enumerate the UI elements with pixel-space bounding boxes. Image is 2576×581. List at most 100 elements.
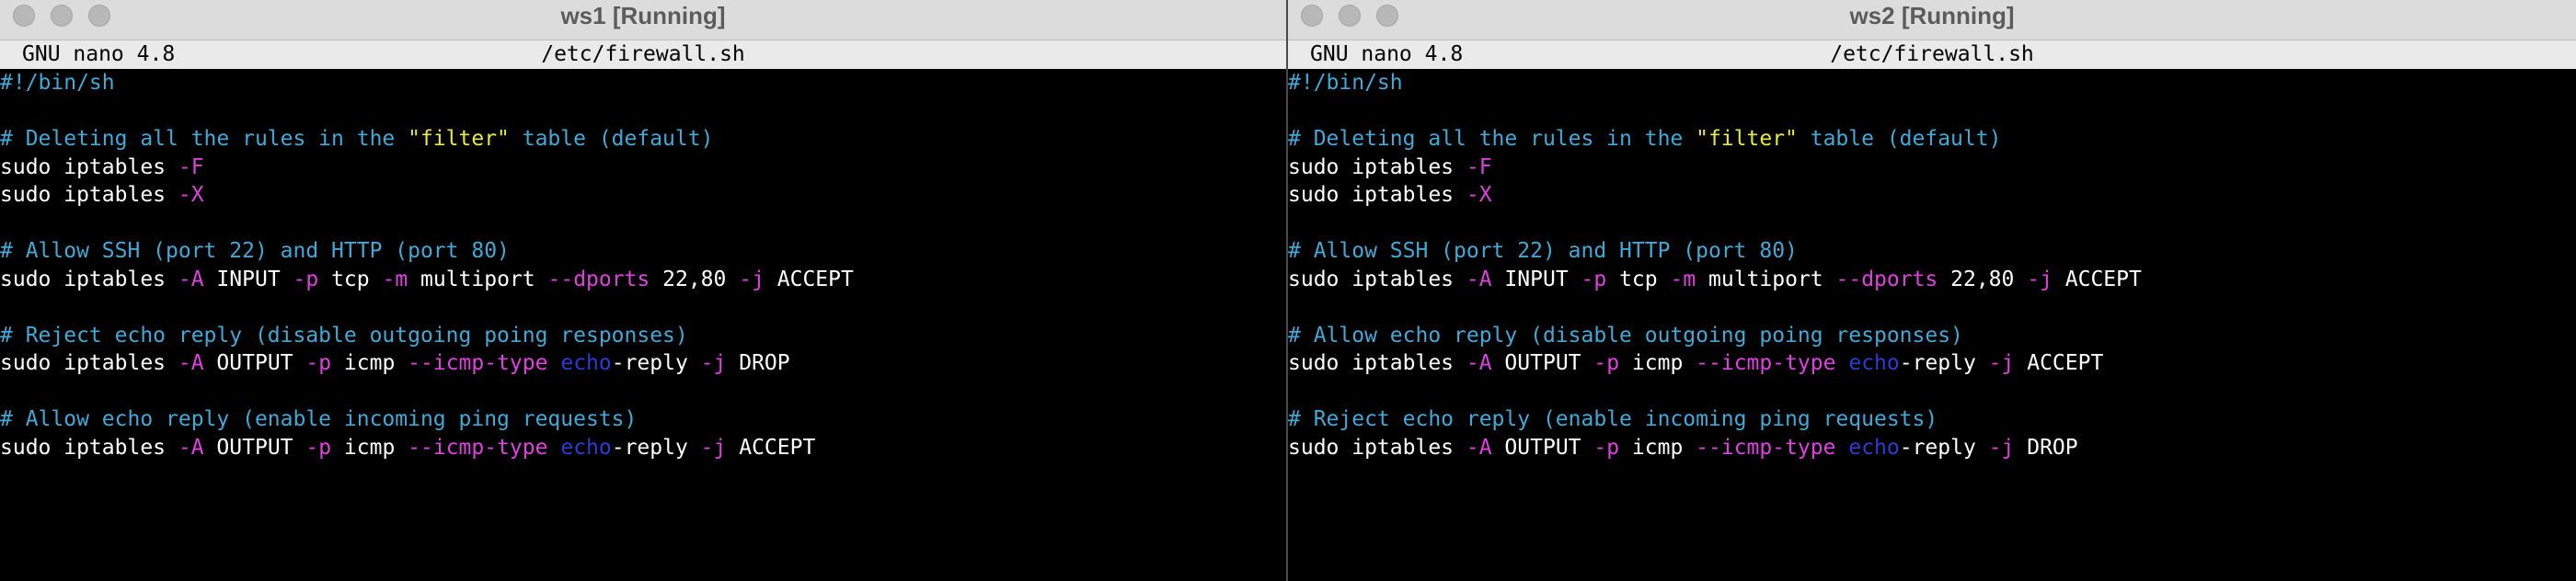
code-token: -reply — [1899, 351, 1989, 375]
code-token: --icmp-type — [408, 351, 548, 375]
code-token: --icmp-type — [408, 435, 548, 460]
code-line: sudo iptables -A OUTPUT -p icmp --icmp-t… — [1288, 349, 2576, 378]
vm-window-ws2: ws2 [Running] GNU nano 4.8 /etc/firewall… — [1288, 0, 2576, 581]
code-token: -A — [178, 435, 204, 460]
code-token: "filter" — [1696, 127, 1798, 151]
code-token: --dports — [1835, 267, 1938, 291]
window-titlebar[interactable]: ws1 [Running] — [0, 0, 1286, 40]
code-token: sudo iptables — [1288, 351, 1466, 375]
window-titlebar[interactable]: ws2 [Running] — [1288, 0, 2576, 40]
nano-title-bar: GNU nano 4.8 /etc/firewall.sh — [1288, 40, 2576, 69]
code-line: # Deleting all the rules in the "filter"… — [1288, 125, 2576, 154]
code-token: -p — [1593, 351, 1620, 375]
code-token: --dports — [547, 267, 650, 291]
code-token: sudo iptables — [0, 435, 178, 460]
code-token: -p — [293, 267, 319, 291]
code-token: INPUT — [203, 267, 293, 291]
editor-content[interactable]: #!/bin/sh # Deleting all the rules in the… — [0, 69, 1286, 461]
code-token: ACCEPT — [2014, 351, 2104, 375]
code-token: --icmp-type — [1696, 351, 1836, 375]
code-token: 22,80 — [650, 267, 740, 291]
code-token: sudo iptables — [1288, 267, 1466, 291]
code-token: OUTPUT — [203, 435, 306, 460]
code-line: # Reject echo reply (disable outgoing po… — [0, 322, 1286, 350]
code-token: table (default) — [1797, 127, 2002, 151]
code-token: # Reject echo reply (disable outgoing po… — [0, 323, 688, 347]
code-token: sudo iptables — [1288, 154, 1466, 179]
code-token: -j — [700, 435, 727, 460]
code-token: -reply — [1899, 435, 1989, 460]
code-line: # Deleting all the rules in the "filter"… — [0, 125, 1286, 154]
code-token: -A — [1466, 435, 1492, 460]
code-token: --icmp-type — [1696, 435, 1836, 460]
nano-file-path: /etc/firewall.sh — [541, 42, 745, 66]
code-token: sudo iptables — [0, 351, 178, 375]
code-token: -j — [1988, 435, 2015, 460]
code-token: # Allow echo reply (enable incoming ping… — [0, 407, 638, 431]
code-token: icmp — [1619, 351, 1696, 375]
code-token: DROP — [2014, 435, 2078, 460]
code-token: # Reject echo reply (enable incoming pin… — [1288, 407, 1938, 431]
code-token: ACCEPT — [726, 435, 816, 460]
code-token: "filter" — [408, 127, 510, 151]
code-token: -reply — [611, 435, 701, 460]
code-token: INPUT — [1491, 267, 1581, 291]
code-token: -reply — [611, 351, 701, 375]
editor-content[interactable]: #!/bin/sh # Deleting all the rules in the… — [1288, 69, 2576, 461]
code-token: tcp — [318, 267, 383, 291]
code-token: sudo iptables — [1288, 183, 1466, 207]
code-token: -A — [1466, 351, 1492, 375]
code-line: # Allow echo reply (disable outgoing poi… — [1288, 322, 2576, 350]
code-token: # Deleting all the rules in the — [1288, 127, 1696, 151]
code-line: # Allow SSH (port 22) and HTTP (port 80) — [0, 237, 1286, 266]
code-line: sudo iptables -A INPUT -p tcp -m multipo… — [0, 266, 1286, 294]
code-token: OUTPUT — [1491, 351, 1594, 375]
code-token: DROP — [726, 351, 790, 375]
code-token: tcp — [1606, 267, 1671, 291]
code-token: -X — [178, 183, 204, 207]
code-token: ACCEPT — [2052, 267, 2142, 291]
code-token: sudo iptables — [0, 267, 178, 291]
code-line: #!/bin/sh — [0, 69, 1286, 97]
code-line: sudo iptables -X — [0, 181, 1286, 210]
code-line: sudo iptables -A OUTPUT -p icmp --icmp-t… — [1288, 434, 2576, 462]
code-token: -j — [2027, 267, 2053, 291]
code-token: sudo iptables — [0, 154, 178, 179]
code-token: ACCEPT — [764, 267, 854, 291]
code-token: # Deleting all the rules in the — [0, 127, 408, 151]
code-token: -j — [1988, 351, 2015, 375]
code-token: # Allow SSH (port 22) and HTTP (port 80) — [0, 239, 510, 263]
nano-file-path: /etc/firewall.sh — [1830, 42, 2034, 66]
code-token: #!/bin/sh — [1288, 71, 1403, 95]
code-line: # Allow SSH (port 22) and HTTP (port 80) — [1288, 237, 2576, 266]
code-token: -A — [178, 351, 204, 375]
nano-title-bar: GNU nano 4.8 /etc/firewall.sh — [0, 40, 1286, 69]
code-token: -F — [178, 154, 204, 179]
code-token: # Allow echo reply (disable outgoing poi… — [1288, 323, 1963, 347]
code-token: table (default) — [509, 127, 714, 151]
code-token: #!/bin/sh — [0, 71, 115, 95]
code-line: sudo iptables -A INPUT -p tcp -m multipo… — [1288, 266, 2576, 294]
code-token: OUTPUT — [203, 351, 306, 375]
code-token: # Allow SSH (port 22) and HTTP (port 80) — [1288, 239, 1798, 263]
code-token: multiport — [408, 267, 548, 291]
code-token: echo — [560, 435, 612, 460]
code-token: OUTPUT — [1491, 435, 1594, 460]
code-token: 22,80 — [1938, 267, 2028, 291]
code-line: sudo iptables -A OUTPUT -p icmp --icmp-t… — [0, 349, 1286, 378]
code-token: echo — [1848, 351, 1900, 375]
code-line: sudo iptables -A OUTPUT -p icmp --icmp-t… — [0, 434, 1286, 462]
code-token: sudo iptables — [1288, 435, 1466, 460]
vm-window-ws1: ws1 [Running] GNU nano 4.8 /etc/firewall… — [0, 0, 1288, 581]
